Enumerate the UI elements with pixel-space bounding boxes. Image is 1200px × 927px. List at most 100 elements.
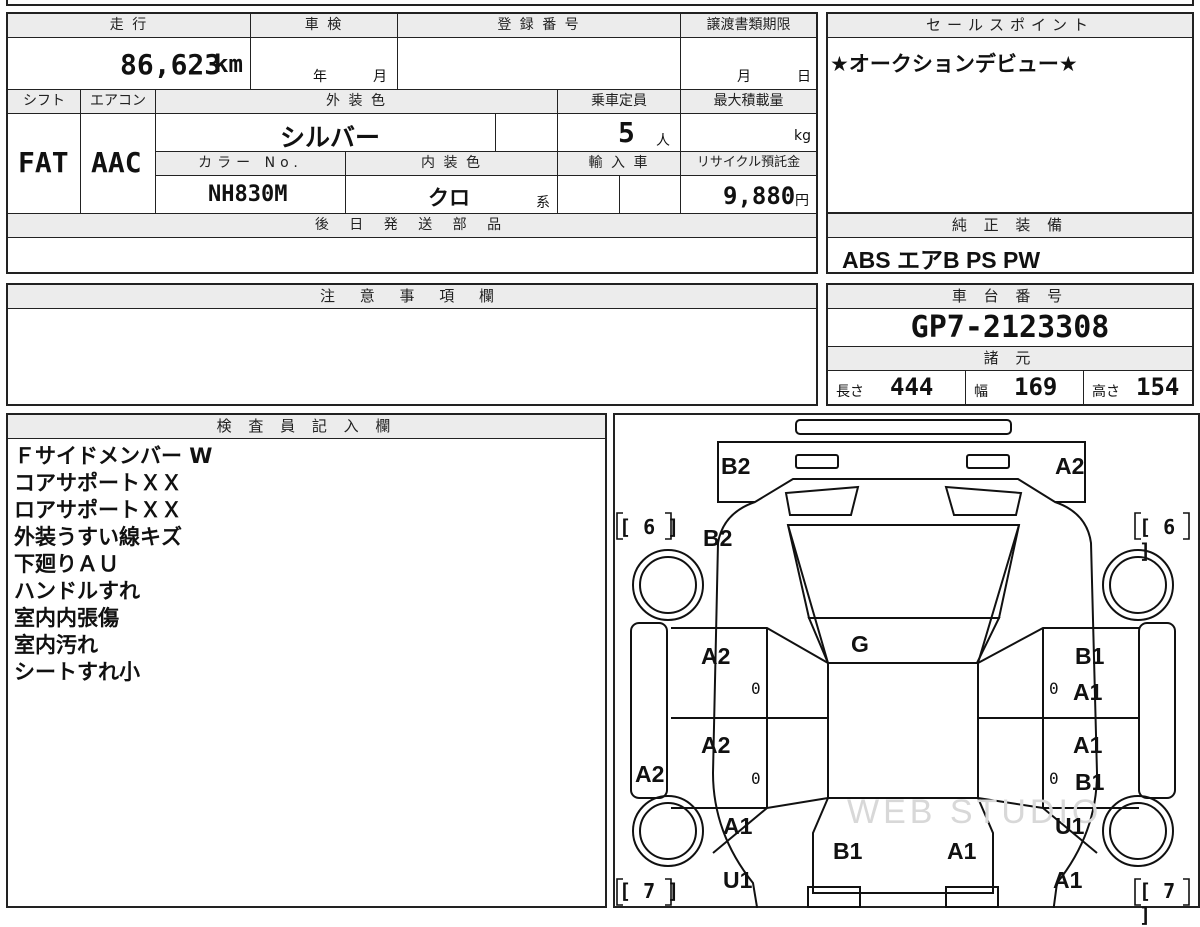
shaken-year: 年 — [313, 69, 327, 85]
later-parts-value — [8, 238, 816, 272]
inspector-label: 検 査 員 記 入 欄 — [8, 415, 605, 439]
notes-label: 注 意 事 項 欄 — [8, 285, 816, 309]
zero-mark: 0 — [751, 679, 761, 698]
mileage-value: 86,623 — [120, 48, 222, 81]
mileage-label: 走 行 — [8, 14, 251, 38]
zero-mark: 0 — [1049, 769, 1059, 788]
aircon-label: エアコン — [81, 90, 156, 114]
mark-rear-bumper-right: A1 — [1053, 867, 1083, 893]
car-diagram-box: WEB STUDIO [ 6 ] [ 6 ] [ 7 ] [ 7 ] B2 A2… — [613, 413, 1200, 927]
height-value: 154 — [1136, 373, 1180, 401]
max-load-cell: kg — [681, 114, 816, 152]
max-load-unit: kg — [794, 128, 811, 144]
length-value: 444 — [890, 373, 934, 401]
shaken-month: 月 — [373, 69, 387, 85]
inspector-line: ロアサポートＸＸ — [14, 498, 182, 522]
sales-point-label: セールスポイント — [828, 14, 1192, 38]
mark-quarter-right: U1 — [1055, 813, 1085, 839]
interior-color-suffix: 系 — [536, 195, 550, 211]
mark-rear-gate-left: B1 — [833, 838, 863, 864]
capacity-unit: 人 — [656, 133, 670, 149]
mileage-cell: 86,623 km — [8, 38, 251, 90]
tread-rear-left: [ 7 ] — [619, 879, 680, 903]
inspector-line: 室内内張傷 — [14, 606, 119, 630]
zero-mark: 0 — [1049, 679, 1059, 698]
chassis-label: 車 台 番 号 — [828, 285, 1192, 309]
import-label: 輸 入 車 — [558, 152, 681, 176]
recycle-unit: 円 — [795, 193, 809, 209]
width-cell: 幅 169 — [966, 371, 1084, 404]
vehicle-info-table: 走 行 車 検 登 録 番 号 譲渡書類期限 86,623 km 年 月 月 日… — [6, 12, 818, 274]
equipment-text: ABS エアB PS PW — [842, 247, 1041, 273]
equipment-box: 純 正 装 備 ABS エアB PS PW — [826, 212, 1194, 274]
reg-number-label: 登 録 番 号 — [398, 14, 681, 38]
inspector-line: Ｆサイドメンバー W — [14, 444, 213, 468]
length-cell: 長さ 444 — [828, 371, 966, 404]
transfer-day: 日 — [797, 69, 811, 85]
transfer-month: 月 — [737, 69, 751, 85]
chassis-box: 車 台 番 号 GP7-2123308 諸 元 長さ 444 幅 169 高さ … — [826, 283, 1194, 406]
exterior-color-label: 外 装 色 — [156, 90, 558, 114]
tread-front-left: [ 6 ] — [619, 515, 680, 539]
aircon-value: AAC — [91, 146, 142, 179]
inspector-line: 下廻りＡＵ — [14, 552, 119, 576]
mark-door-rear-left: A2 — [701, 732, 731, 758]
color-no-label: カラー No. — [156, 152, 346, 176]
reg-number-cell — [398, 38, 681, 90]
chassis-number: GP7-2123308 — [828, 309, 1192, 347]
mark-door-front-right-1: B1 — [1075, 643, 1105, 669]
length-label: 長さ — [836, 384, 864, 400]
recycle-cell: 9,880 円 — [681, 176, 816, 214]
interior-color-value: クロ — [428, 186, 470, 210]
exterior-color-extra-cell — [496, 114, 558, 152]
mark-rear-bumper-left: U1 — [723, 867, 753, 893]
exterior-color-value: シルバー — [280, 123, 381, 152]
notes-box: 注 意 事 項 欄 — [6, 283, 818, 406]
shaken-cell: 年 月 — [251, 38, 398, 90]
max-load-label: 最大積載量 — [681, 90, 816, 114]
recycle-label: リサイクル預託金 — [681, 152, 816, 176]
aircon-cell: AAC — [81, 114, 156, 214]
inspector-line: コアサポートＸＸ — [14, 471, 182, 495]
import-cell-1 — [558, 176, 620, 214]
mark-door-front-left: A2 — [701, 643, 731, 669]
import-cell-2 — [620, 176, 681, 214]
sales-point-text: ★オークションデビュー★ — [830, 52, 1078, 76]
mileage-unit: km — [214, 50, 243, 78]
width-label: 幅 — [974, 384, 988, 400]
sales-point-box: セールスポイント ★オークションデビュー★ — [826, 12, 1194, 214]
mark-door-front-right-2: A1 — [1073, 679, 1103, 705]
specs-label: 諸 元 — [828, 347, 1192, 371]
mark-fender-front-left: B2 — [703, 525, 733, 551]
recycle-value: 9,880 — [723, 182, 796, 210]
transfer-deadline-cell: 月 日 — [681, 38, 816, 90]
capacity-value: 5 — [618, 116, 635, 149]
mark-door-rear-right-1: A1 — [1073, 732, 1103, 758]
inspector-line: 室内汚れ — [14, 633, 98, 657]
height-cell: 高さ 154 — [1084, 371, 1192, 404]
color-no-value: NH830M — [208, 182, 288, 207]
shift-label: シフト — [8, 90, 81, 114]
shaken-label: 車 検 — [251, 14, 398, 38]
exterior-color-cell: シルバー — [156, 114, 496, 152]
inspector-line: 外装うすい線キズ — [14, 525, 182, 549]
mark-front-bumper-right: A2 — [1055, 453, 1085, 479]
mark-quarter-left: A1 — [723, 813, 753, 839]
mark-door-rear-right-2: B1 — [1075, 769, 1105, 795]
top-cutoff-strip — [6, 0, 1194, 6]
interior-color-cell: クロ 系 — [346, 176, 558, 214]
tread-front-right: [ 6 ] — [1139, 515, 1176, 563]
transfer-deadline-label: 譲渡書類期限 — [681, 14, 816, 38]
height-label: 高さ — [1092, 384, 1120, 400]
mark-front-bumper-left: B2 — [721, 453, 751, 479]
mark-rear-gate-right: A1 — [947, 838, 977, 864]
inspector-lines: Ｆサイドメンバー W コアサポートＸＸ ロアサポートＸＸ 外装うすい線キズ 下廻… — [14, 443, 212, 686]
shift-cell: FAT — [8, 114, 81, 214]
tread-rear-right: [ 7 ] — [1139, 879, 1176, 927]
shift-value: FAT — [18, 146, 69, 179]
color-no-cell: NH830M — [156, 176, 346, 214]
equipment-label: 純 正 装 備 — [828, 214, 1192, 238]
width-value: 169 — [1014, 373, 1058, 401]
interior-color-label: 内 装 色 — [346, 152, 558, 176]
capacity-cell: 5 人 — [558, 114, 681, 152]
